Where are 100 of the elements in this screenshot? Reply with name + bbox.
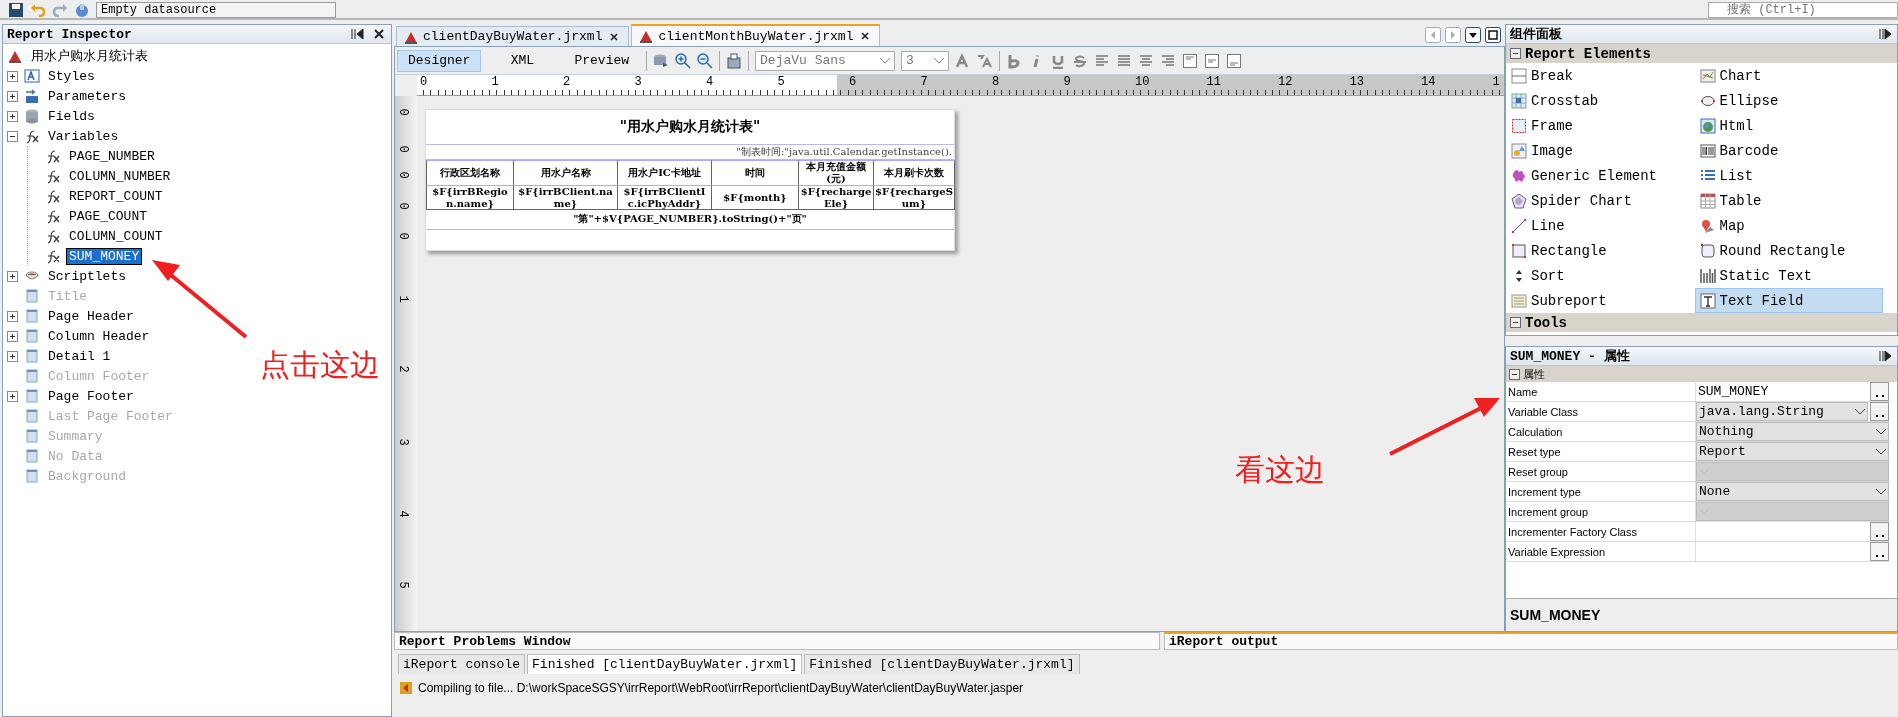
panel-title[interactable]: Report Problems Window: [394, 632, 1160, 650]
property-dropdown[interactable]: None: [1696, 482, 1889, 501]
palette-item[interactable]: Table: [1694, 188, 1883, 213]
file-tab[interactable]: clientDayBuyWater.jrxml: [396, 26, 630, 46]
align-justify-icon[interactable]: [1116, 52, 1133, 69]
expand-toggle[interactable]: [7, 70, 18, 82]
ellipsis-button[interactable]: [1870, 402, 1889, 421]
expand-toggle[interactable]: [7, 90, 18, 102]
maximize-icon[interactable]: [1485, 27, 1501, 43]
tree-item[interactable]: COLUMN_NUMBER: [67, 168, 173, 184]
palette-item[interactable]: Crosstab: [1506, 88, 1695, 113]
field-cell[interactable]: $F{rechargeEle}: [798, 185, 874, 210]
tree-item[interactable]: SUM_MONEY: [67, 248, 142, 264]
property-dropdown[interactable]: Nothing: [1696, 422, 1889, 441]
field-cell[interactable]: $F{month}: [711, 185, 799, 210]
zoom-out-icon[interactable]: [697, 52, 714, 69]
field-cell[interactable]: $F{irrBClient.name}: [513, 185, 618, 210]
property-field[interactable]: SUM_MONEY: [1696, 382, 1868, 401]
palette-item[interactable]: Line: [1506, 213, 1695, 238]
tree-item[interactable]: Styles: [46, 68, 97, 84]
tree-item[interactable]: PAGE_COUNT: [67, 208, 149, 224]
column-header-cell[interactable]: 本月刷卡次数: [873, 160, 955, 186]
tree-item[interactable]: REPORT_COUNT: [67, 188, 165, 204]
align-bottom-icon[interactable]: [1226, 52, 1243, 69]
collapse-toggle[interactable]: [1509, 368, 1520, 380]
palette-item[interactable]: Barcode: [1694, 138, 1883, 163]
toolbox-icon[interactable]: [726, 52, 743, 69]
save-icon[interactable]: [8, 2, 24, 18]
column-header-cell[interactable]: 本月充值金额(元): [798, 160, 874, 186]
column-header-cell[interactable]: 行政区划名称: [426, 160, 514, 186]
expand-toggle[interactable]: [7, 310, 18, 322]
palette-item[interactable]: Html: [1694, 113, 1883, 138]
palette-item[interactable]: Text Field: [1694, 288, 1883, 313]
ellipsis-button[interactable]: [1870, 542, 1889, 561]
palette-item[interactable]: Map: [1694, 213, 1883, 238]
report-title[interactable]: "用水户购水月统计表": [619, 118, 761, 136]
ellipsis-button[interactable]: [1870, 522, 1889, 541]
palette-item[interactable]: Image: [1506, 138, 1695, 163]
field-cell[interactable]: $F{irrBRegion.name}: [426, 185, 514, 210]
output-tab[interactable]: Finished [clientDayBuyWater.jrxml]: [804, 654, 1080, 674]
tree-item[interactable]: PAGE_NUMBER: [67, 148, 157, 164]
palette-item[interactable]: Chart: [1694, 63, 1883, 88]
output-tab[interactable]: iReport console: [398, 654, 526, 674]
align-top-icon[interactable]: [1182, 52, 1199, 69]
tree-item[interactable]: Parameters: [46, 88, 128, 104]
page-header-expression[interactable]: "制表时间:"java.util.Calendar.getInstance().: [736, 145, 952, 159]
tree-item[interactable]: Page Footer: [46, 388, 136, 404]
ellipsis-button[interactable]: [1870, 382, 1889, 401]
align-right-icon[interactable]: [1160, 52, 1177, 69]
palette-item[interactable]: Round Rectangle: [1694, 238, 1883, 263]
font-size-dropdown[interactable]: 3: [901, 50, 950, 71]
property-dropdown[interactable]: Report: [1696, 442, 1889, 461]
shrink-font-icon[interactable]: [977, 52, 994, 69]
minimize-icon[interactable]: [1877, 26, 1893, 42]
palette-item[interactable]: Static Text: [1694, 263, 1883, 288]
view-tab[interactable]: XML: [487, 49, 558, 72]
view-tab[interactable]: Designer: [397, 49, 482, 72]
property-dropdown[interactable]: java.lang.String: [1696, 402, 1868, 421]
palette-item[interactable]: Rectangle: [1506, 238, 1695, 263]
collapse-toggle[interactable]: [7, 130, 18, 142]
minimize-icon[interactable]: [1877, 348, 1893, 364]
output-tab[interactable]: Finished [clientDayBuyWater.jrxml]: [527, 654, 803, 674]
palette-item[interactable]: Sort: [1506, 263, 1695, 288]
align-left-icon[interactable]: [1094, 52, 1111, 69]
expand-toggle[interactable]: [7, 330, 18, 342]
font-dropdown[interactable]: DejaVu Sans: [755, 50, 896, 71]
view-tab[interactable]: Preview: [563, 49, 641, 72]
tree-item[interactable]: Variables: [46, 128, 121, 144]
datasource-dropdown[interactable]: Empty datasource: [96, 2, 336, 18]
field-cell[interactable]: $F{rechargeSum}: [873, 185, 955, 210]
tree-item[interactable]: Scriptlets: [46, 268, 128, 284]
page-footer-expression[interactable]: "第"+$V{PAGE_NUMBER}.toString()+"页": [573, 212, 807, 226]
palette-item[interactable]: Generic Element: [1506, 163, 1695, 188]
tree-item[interactable]: Fields: [46, 108, 97, 124]
tree-item[interactable]: COLUMN_COUNT: [67, 228, 165, 244]
palette-item[interactable]: Spider Chart: [1506, 188, 1695, 213]
database-icon[interactable]: [653, 52, 670, 69]
panel-title[interactable]: iReport output: [1164, 632, 1898, 650]
palette-section-header[interactable]: Tools: [1506, 313, 1897, 332]
expand-toggle[interactable]: [7, 270, 18, 282]
align-center-icon[interactable]: [1138, 52, 1155, 69]
tree-item[interactable]: 用水户购水月统计表: [29, 47, 150, 65]
datasource-icon[interactable]: [74, 2, 90, 18]
expand-toggle[interactable]: [7, 350, 18, 362]
tree-item[interactable]: Detail 1: [46, 348, 113, 364]
search-field[interactable]: 搜索 (Ctrl+I): [1708, 2, 1898, 18]
palette-item[interactable]: Break: [1506, 63, 1695, 88]
palette-section-header[interactable]: Report Elements: [1506, 44, 1897, 63]
palette-item[interactable]: Ellipse: [1694, 88, 1883, 113]
file-tab[interactable]: clientMonthBuyWater.jrxml: [631, 24, 881, 46]
palette-item[interactable]: Frame: [1506, 113, 1695, 138]
palette-item[interactable]: List: [1694, 163, 1883, 188]
dropdown-icon[interactable]: [1465, 27, 1481, 43]
field-cell[interactable]: $F{irrBClientIc.icPhyAddr}: [617, 185, 712, 210]
tree-item[interactable]: Page Header: [46, 308, 136, 324]
zoom-in-icon[interactable]: [675, 52, 692, 69]
minimize-icon[interactable]: [349, 26, 365, 42]
expand-toggle[interactable]: [7, 390, 18, 402]
align-middle-icon[interactable]: [1204, 52, 1221, 69]
expand-toggle[interactable]: [7, 110, 18, 122]
